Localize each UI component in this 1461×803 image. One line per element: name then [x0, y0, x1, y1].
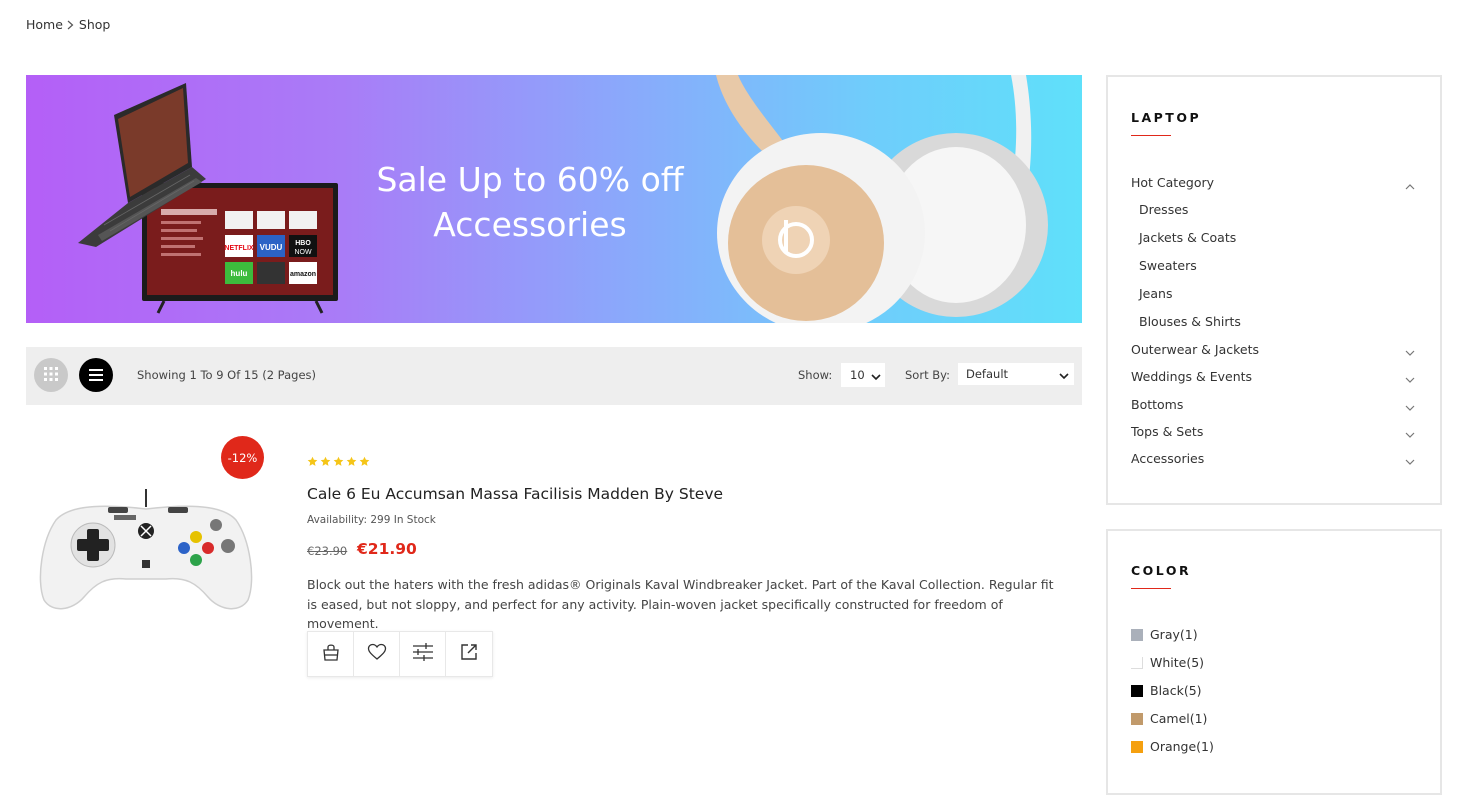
- svg-text:HBO: HBO: [295, 240, 311, 247]
- banner-line-2: Accessories: [433, 205, 627, 244]
- external-link-icon: [460, 643, 478, 665]
- widget-title-underline: [1131, 588, 1171, 589]
- category-label: Tops & Sets: [1131, 424, 1204, 439]
- show-per-page-value: 10: [850, 368, 865, 382]
- discount-badge: -12%: [221, 436, 264, 479]
- add-to-cart-button[interactable]: [308, 632, 354, 676]
- show-per-page-select[interactable]: 10: [841, 363, 885, 387]
- star-icon: [307, 456, 318, 466]
- subcategory-blouses-shirts[interactable]: Blouses & Shirts: [1139, 314, 1241, 329]
- banner-headline: Sale Up to 60% off Accessories: [356, 157, 704, 247]
- color-label: Gray(1): [1150, 627, 1198, 642]
- banner-line-1: Sale Up to 60% off: [376, 160, 684, 199]
- new-price: €21.90: [357, 540, 417, 558]
- list-icon: [89, 366, 103, 385]
- color-label: Black(5): [1150, 683, 1202, 698]
- category-hot-category[interactable]: Hot Category: [1131, 175, 1415, 190]
- chevron-down-icon[interactable]: [1405, 345, 1415, 360]
- category-label: Outerwear & Jackets: [1131, 342, 1260, 357]
- category-outerwear-jackets[interactable]: Outerwear & Jackets: [1131, 342, 1415, 357]
- category-widget: LAPTOP Hot Category Dresses Jackets & Co…: [1106, 75, 1442, 505]
- product-actions: [307, 631, 493, 677]
- promo-banner[interactable]: NETFLIX VUDU HBO NOW hulu amazon Sale Up…: [26, 75, 1082, 323]
- compare-icon: [412, 642, 434, 666]
- star-icon: [359, 456, 370, 466]
- category-label: Accessories: [1131, 451, 1205, 466]
- color-swatch: [1131, 628, 1143, 641]
- widget-title-laptop: LAPTOP: [1131, 110, 1202, 125]
- chevron-down-icon: [871, 370, 881, 384]
- color-swatch: [1131, 684, 1143, 697]
- star-icon: [333, 456, 344, 466]
- color-swatch: [1131, 712, 1143, 725]
- star-icon: [346, 456, 357, 466]
- product-image-gamepad[interactable]: [36, 485, 258, 615]
- svg-text:hulu: hulu: [231, 269, 248, 278]
- show-label: Show:: [798, 368, 833, 382]
- chevron-down-icon[interactable]: [1405, 427, 1415, 442]
- chevron-down-icon[interactable]: [1405, 454, 1415, 469]
- widget-title-color: COLOR: [1131, 563, 1192, 578]
- compare-button[interactable]: [400, 632, 446, 676]
- results-count: Showing 1 To 9 Of 15 (2 Pages): [137, 368, 316, 382]
- chevron-down-icon[interactable]: [1405, 372, 1415, 387]
- product-title[interactable]: Cale 6 Eu Accumsan Massa Facilisis Madde…: [307, 485, 723, 503]
- color-swatch: [1131, 740, 1143, 753]
- headphones-image: [716, 75, 1048, 323]
- color-option-gray[interactable]: Gray(1): [1131, 627, 1198, 642]
- svg-text:NETFLIX: NETFLIX: [224, 245, 253, 252]
- category-accessories[interactable]: Accessories: [1131, 451, 1415, 466]
- grid-icon: [44, 366, 58, 385]
- category-label: Hot Category: [1131, 175, 1215, 190]
- subcategory-jeans[interactable]: Jeans: [1139, 286, 1172, 301]
- category-tops-sets[interactable]: Tops & Sets: [1131, 424, 1415, 439]
- breadcrumb-current: Shop: [78, 17, 111, 32]
- svg-text:amazon: amazon: [290, 271, 316, 278]
- category-label: Bottoms: [1131, 397, 1184, 412]
- color-option-orange[interactable]: Orange(1): [1131, 739, 1214, 754]
- list-view-button[interactable]: [79, 358, 113, 392]
- chevron-down-icon: [1059, 369, 1069, 383]
- category-label: Weddings & Events: [1131, 369, 1253, 384]
- color-option-white[interactable]: White(5): [1131, 655, 1204, 670]
- bag-icon: [321, 642, 341, 666]
- chevron-right-icon: [64, 20, 78, 30]
- listing-toolbar: Showing 1 To 9 Of 15 (2 Pages) Show: 10 …: [26, 347, 1082, 405]
- sort-label: Sort By:: [905, 368, 950, 382]
- category-weddings-events[interactable]: Weddings & Events: [1131, 369, 1415, 384]
- star-icon: [320, 456, 331, 466]
- sort-by-select[interactable]: Default: [958, 363, 1074, 385]
- product-availability: Availability: 299 In Stock: [307, 514, 436, 526]
- subcategory-dresses[interactable]: Dresses: [1139, 202, 1188, 217]
- color-swatch: [1131, 656, 1143, 669]
- color-label: Camel(1): [1150, 711, 1208, 726]
- quick-view-button[interactable]: [446, 632, 492, 676]
- subcategory-sweaters[interactable]: Sweaters: [1139, 258, 1197, 273]
- add-to-wishlist-button[interactable]: [354, 632, 400, 676]
- tv-image: NETFLIX VUDU HBO NOW hulu amazon: [142, 183, 338, 314]
- product-description: Block out the haters with the fresh adid…: [307, 577, 1054, 631]
- svg-text:NOW: NOW: [294, 249, 312, 256]
- heart-icon: [367, 643, 387, 665]
- rating-stars: [307, 456, 370, 467]
- chevron-up-icon[interactable]: [1405, 178, 1415, 193]
- breadcrumb-home-link[interactable]: Home: [26, 17, 63, 32]
- breadcrumb: Home Shop: [26, 17, 110, 32]
- color-label: Orange(1): [1150, 739, 1214, 754]
- old-price: €23.90: [307, 544, 348, 558]
- sort-by-value: Default: [966, 367, 1009, 381]
- color-label: White(5): [1150, 655, 1205, 670]
- chevron-down-icon[interactable]: [1405, 400, 1415, 415]
- color-option-black[interactable]: Black(5): [1131, 683, 1202, 698]
- color-filter-widget: COLOR Gray(1) White(5) Black(5) Camel(1)…: [1106, 529, 1442, 795]
- category-bottoms[interactable]: Bottoms: [1131, 397, 1415, 412]
- subcategory-jackets-coats[interactable]: Jackets & Coats: [1139, 230, 1236, 245]
- grid-view-button[interactable]: [34, 358, 68, 392]
- svg-text:VUDU: VUDU: [260, 243, 283, 252]
- color-option-camel[interactable]: Camel(1): [1131, 711, 1207, 726]
- widget-title-underline: [1131, 135, 1171, 136]
